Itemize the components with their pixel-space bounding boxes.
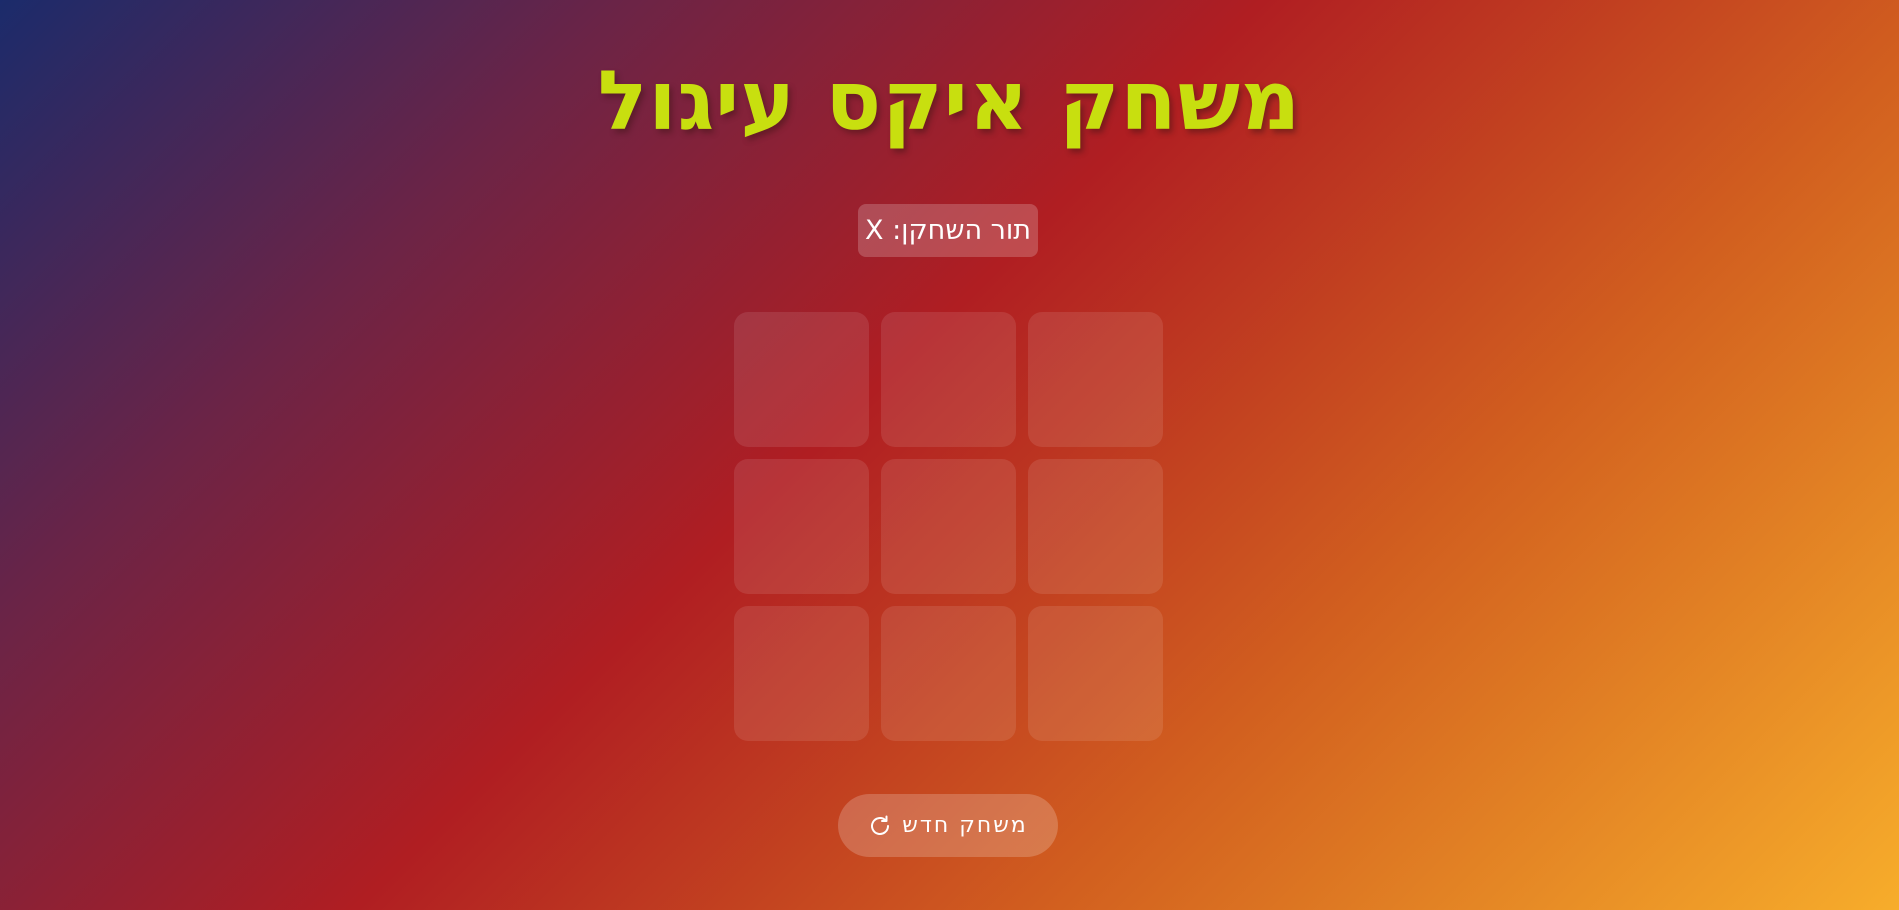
- board-cell-7[interactable]: [734, 606, 869, 741]
- new-game-label: משחק חדש: [902, 813, 1028, 838]
- board-cell-2[interactable]: [881, 312, 1016, 447]
- game-board: [734, 312, 1163, 741]
- app-root: משחק איקס עיגול תור השחקן: X משחק חדש: [0, 0, 1899, 910]
- board-cell-4[interactable]: [734, 459, 869, 594]
- board-cell-8[interactable]: [881, 606, 1016, 741]
- page-title: משחק איקס עיגול: [597, 54, 1302, 149]
- board-cell-3[interactable]: [1028, 312, 1163, 447]
- new-game-button[interactable]: משחק חדש: [838, 794, 1058, 857]
- board-cell-6[interactable]: [1028, 459, 1163, 594]
- board-cell-5[interactable]: [881, 459, 1016, 594]
- board-cell-9[interactable]: [1028, 606, 1163, 741]
- turn-status: תור השחקן: X: [858, 204, 1038, 257]
- board-cell-1[interactable]: [734, 312, 869, 447]
- refresh-icon: [868, 814, 892, 838]
